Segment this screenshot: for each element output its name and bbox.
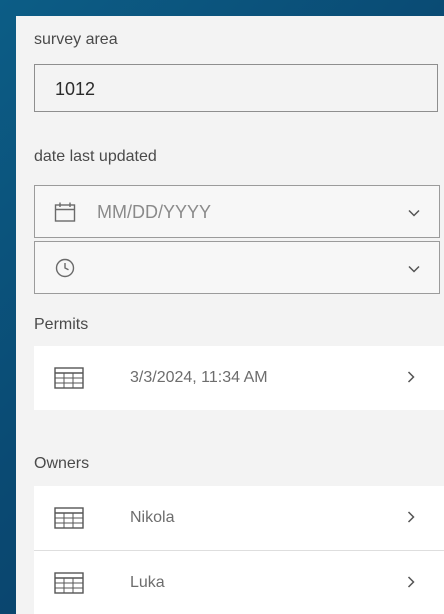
list-item-owner[interactable]: Nikola [34, 486, 444, 550]
date-placeholder: MM/DD/YYYY [97, 202, 212, 222]
list-item-owner[interactable]: Luka [34, 551, 444, 614]
chevron-right-icon [407, 371, 415, 383]
owners-label: Owners [34, 455, 90, 472]
survey-area-value: 1012 [55, 79, 96, 99]
list-item-permit[interactable]: 3/3/2024, 11:34 AM [34, 346, 444, 410]
owner-name: Luka [130, 574, 165, 591]
chevron-down-icon[interactable] [407, 262, 421, 276]
table-icon [54, 507, 84, 529]
table-icon [54, 572, 84, 594]
clock-icon [55, 258, 75, 278]
calendar-icon [54, 202, 76, 222]
date-last-updated-label: date last updated [34, 148, 157, 165]
permit-timestamp: 3/3/2024, 11:34 AM [130, 369, 268, 386]
permits-label: Permits [34, 316, 89, 333]
survey-area-label: survey area [34, 31, 118, 48]
chevron-down-icon[interactable] [407, 206, 421, 220]
survey-area-input[interactable]: 1012 [34, 64, 438, 112]
owner-name: Nikola [130, 509, 175, 526]
time-picker-field[interactable] [34, 241, 440, 294]
chevron-right-icon [407, 576, 415, 588]
date-picker-field[interactable]: MM/DD/YYYY [34, 185, 440, 238]
chevron-right-icon [407, 511, 415, 523]
table-icon [54, 367, 84, 389]
form-panel: survey area 1012 date last updated MM/DD… [16, 16, 444, 614]
